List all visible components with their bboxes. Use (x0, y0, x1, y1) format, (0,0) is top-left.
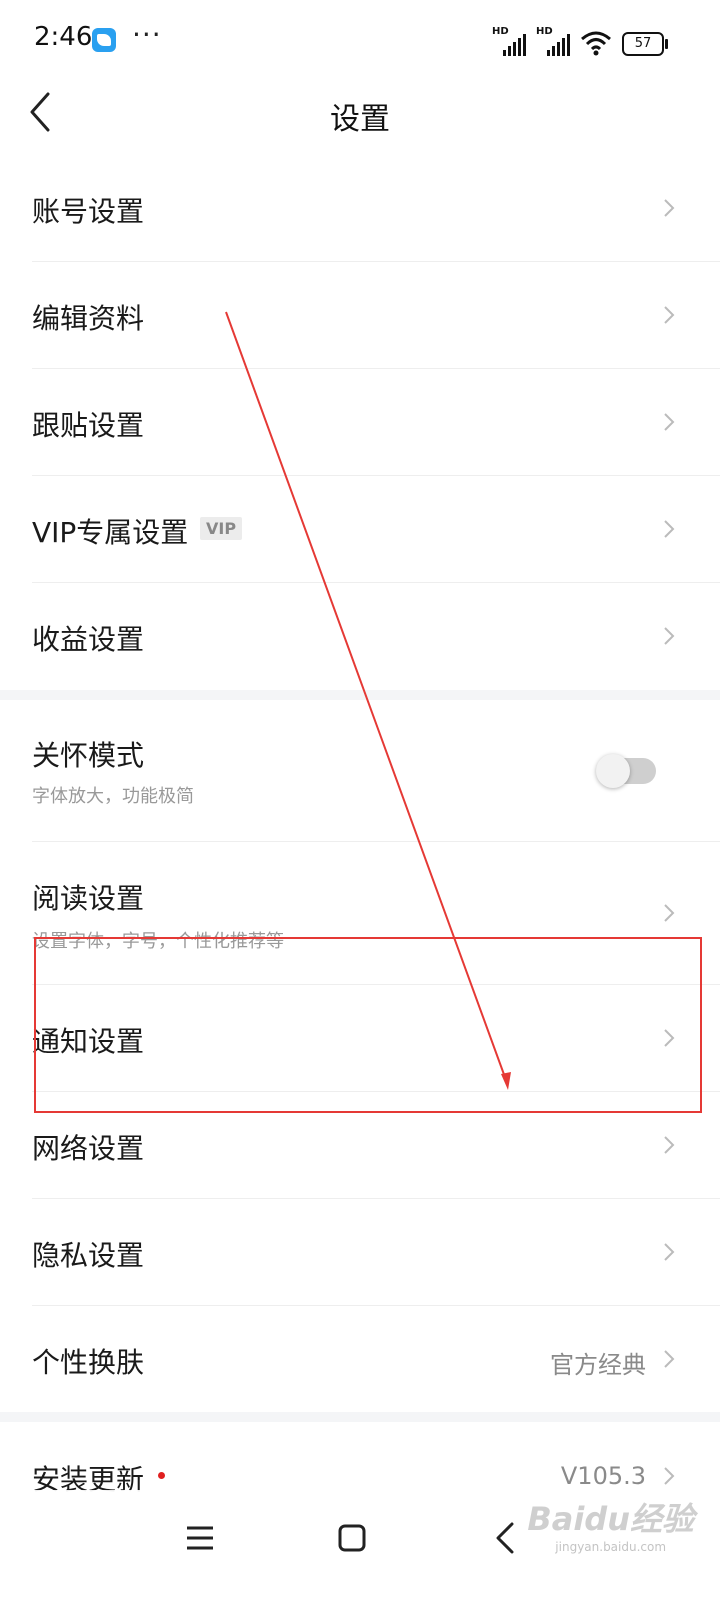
home-icon (338, 1524, 366, 1552)
page-header: 设置 (0, 80, 720, 144)
settings-item-notification[interactable]: 通知设置 (0, 984, 720, 1091)
settings-item-label: 阅读设置 (32, 882, 145, 915)
watermark-url: jingyan.baidu.com (555, 1540, 667, 1554)
chevron-right-icon (664, 1350, 675, 1368)
settings-item-label: VIP专属设置 (32, 516, 189, 549)
section-separator (0, 1412, 720, 1422)
settings-item-network[interactable]: 网络设置 (0, 1091, 720, 1198)
chevron-right-icon (664, 520, 675, 538)
toggle-knob (596, 754, 630, 788)
settings-item-label: 账号设置 (32, 195, 145, 228)
chevron-right-icon (664, 306, 675, 324)
settings-item-label: 通知设置 (32, 1025, 145, 1058)
chevron-right-icon (664, 904, 675, 922)
settings-item-account[interactable]: 账号设置 (0, 154, 720, 261)
status-time: 2:46 (34, 22, 93, 52)
chevron-right-icon (664, 1467, 675, 1485)
settings-item-label: 网络设置 (32, 1132, 145, 1165)
vip-badge: VIP (200, 517, 243, 540)
menu-icon (187, 1526, 213, 1550)
section-separator (0, 690, 720, 700)
chevron-right-icon (664, 199, 675, 217)
settings-item-vip[interactable]: VIP专属设置 VIP (0, 475, 720, 582)
settings-item-label: 关怀模式 (32, 739, 145, 772)
signal-icon: HD (536, 26, 570, 56)
home-button[interactable] (322, 1508, 382, 1568)
settings-item-income[interactable]: 收益设置 (0, 582, 720, 690)
settings-item-label: 隐私设置 (32, 1239, 145, 1272)
settings-item-privacy[interactable]: 隐私设置 (0, 1198, 720, 1305)
chevron-right-icon (664, 1136, 675, 1154)
settings-item-label: 跟贴设置 (32, 409, 145, 442)
version-value: V105.3 (560, 1462, 646, 1490)
chevron-right-icon (664, 1029, 675, 1047)
chevron-right-icon (664, 413, 675, 431)
status-bar: 2:46 ··· HD HD 57 (0, 0, 720, 80)
settings-item-reading[interactable]: 阅读设置 设置字体，字号，个性化推荐等 (0, 841, 720, 984)
app-icon (92, 28, 116, 52)
settings-item-label: 个性换肤 (32, 1346, 145, 1379)
update-badge-dot (158, 1472, 165, 1479)
status-indicators: HD HD 57 (492, 26, 668, 56)
settings-item-reply[interactable]: 跟贴设置 (0, 368, 720, 475)
care-mode-toggle[interactable] (596, 754, 656, 788)
settings-item-description: 设置字体，字号，个性化推荐等 (32, 931, 284, 952)
settings-item-description: 字体放大，功能极简 (32, 786, 194, 807)
baidu-watermark: Baidu经验 jingyan.baidu.com (527, 1494, 694, 1554)
skin-value: 官方经典 (550, 1351, 646, 1379)
battery-icon: 57 (622, 32, 668, 56)
signal-icon: HD (492, 26, 526, 56)
watermark-text: Baidu经验 (527, 1500, 694, 1538)
settings-item-care-mode: 关怀模式 字体放大，功能极简 (0, 700, 720, 841)
settings-item-label: 编辑资料 (32, 302, 145, 335)
menu-button[interactable] (170, 1508, 230, 1568)
wifi-icon (581, 31, 611, 56)
page-title: 设置 (330, 102, 390, 137)
more-dots-icon: ··· (132, 18, 162, 51)
settings-item-skin[interactable]: 个性换肤 官方经典 (0, 1305, 720, 1412)
chevron-right-icon (664, 627, 675, 645)
settings-item-label: 收益设置 (32, 623, 145, 656)
settings-item-profile[interactable]: 编辑资料 (0, 261, 720, 368)
chevron-right-icon (664, 1243, 675, 1261)
